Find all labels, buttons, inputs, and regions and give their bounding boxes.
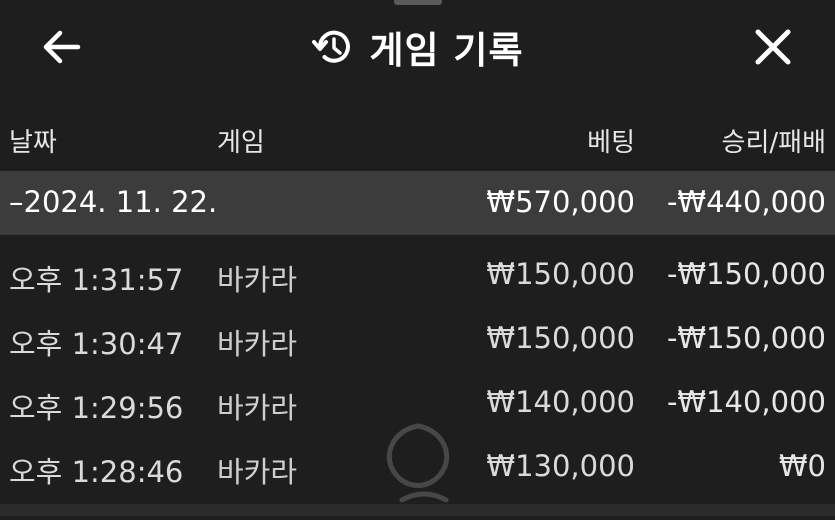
row-game: 바카라 [217,327,298,361]
header: 게임 기록 [0,0,835,98]
table-header: 날짜 게임 베팅 승리/패배 [0,110,835,166]
table-row[interactable]: 오후 1:30:47 바카라 ₩150,000 -₩150,000 [0,304,835,368]
date-group-row[interactable]: –2024. 11. 22. ₩570,000 -₩440,000 [0,171,835,235]
group-date: –2024. 11. 22. [9,185,218,219]
row-bet: ₩130,000 [486,449,635,483]
group-win-loss-total: -₩440,000 [666,185,826,219]
close-button[interactable] [748,22,798,72]
row-time: 오후 1:29:56 [9,391,184,425]
column-header-date: 날짜 [9,128,57,158]
footer-bar [0,504,835,516]
title-group: 게임 기록 [0,20,835,74]
row-win-loss: ₩0 [778,449,826,483]
row-game: 바카라 [217,455,298,489]
history-icon [311,25,355,69]
table-row[interactable]: 오후 1:31:57 바카라 ₩150,000 -₩150,000 [0,240,835,304]
column-header-win-loss: 승리/패배 [721,128,826,158]
row-time: 오후 1:30:47 [9,327,184,361]
row-win-loss: -₩140,000 [666,385,826,419]
row-time: 오후 1:28:46 [9,455,184,489]
column-header-game: 게임 [217,128,265,158]
page-title: 게임 기록 [369,29,524,72]
row-bet: ₩140,000 [486,385,635,419]
row-time: 오후 1:31:57 [9,263,184,297]
watermark-logo-icon [372,420,464,516]
row-bet: ₩150,000 [486,321,635,355]
close-icon [755,29,791,65]
row-game: 바카라 [217,391,298,425]
row-win-loss: -₩150,000 [666,257,826,291]
group-bet-total: ₩570,000 [486,185,635,219]
row-win-loss: -₩150,000 [666,321,826,355]
column-header-bet: 베팅 [587,128,635,158]
row-game: 바카라 [217,263,298,297]
row-bet: ₩150,000 [486,257,635,291]
